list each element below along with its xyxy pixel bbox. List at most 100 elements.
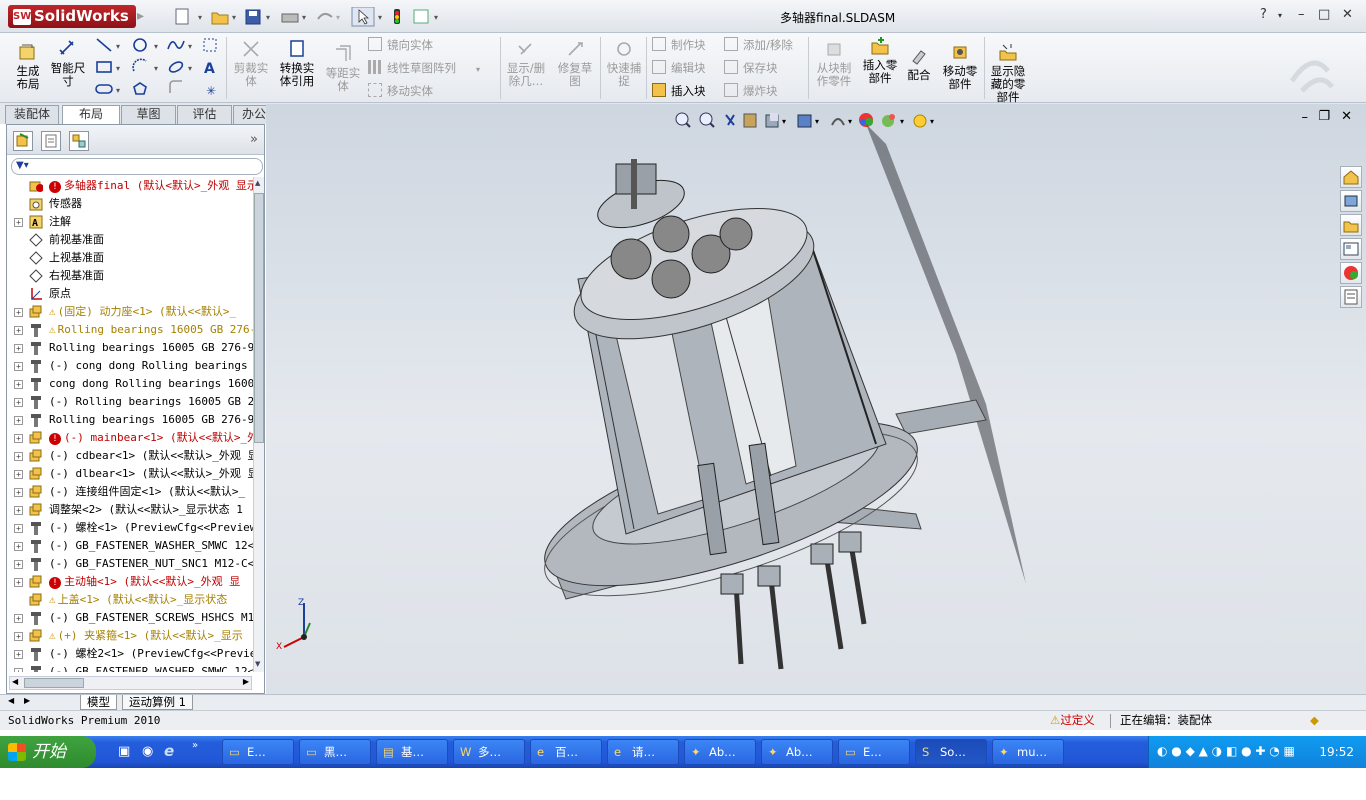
expand-icon[interactable]: + — [14, 560, 23, 569]
tree-item[interactable]: + (-) cdbear<1> (默认<<默认>_外观 显 — [7, 447, 253, 465]
tree-item[interactable]: + (-) 连接组件固定<1> (默认<<默认>_ — [7, 483, 253, 501]
expand-icon[interactable]: + — [14, 506, 23, 515]
taskbar-button[interactable]: ✦ mu… — [992, 739, 1064, 765]
expand-icon[interactable]: + — [14, 578, 23, 587]
help-icon[interactable]: ? — [1260, 7, 1267, 22]
expand-icon[interactable]: + — [14, 218, 23, 227]
scroll-right-icon[interactable]: ▶ — [243, 677, 249, 686]
view-palette-tab[interactable] — [1340, 238, 1362, 260]
feature-tree-tab[interactable] — [13, 131, 33, 151]
show-desktop-icon[interactable]: ▣ — [118, 744, 130, 759]
quick-access-toolbar[interactable]: ▾ ▾ ▾ ▾ ▾ ▾ ▾ — [174, 7, 444, 27]
expand-icon[interactable]: + — [14, 488, 23, 497]
tab-scroll-right-icon[interactable]: ▶ — [24, 696, 30, 705]
appearances-tab[interactable] — [1340, 262, 1362, 284]
tree-item[interactable]: ⚠ 上盖<1> (默认<<默认>_显示状态 — [7, 591, 253, 609]
expand-icon[interactable]: + — [14, 668, 23, 672]
taskbar-button[interactable]: e 请… — [607, 739, 679, 765]
tree-item[interactable]: + (-) 螺栓<1> (PreviewCfg<<PreviewC — [7, 519, 253, 537]
scroll-down-icon[interactable]: ▼ — [255, 660, 263, 670]
tree-item[interactable]: ! 多轴器final (默认<默认>_外观 显示 — [7, 177, 253, 195]
add-remove-block-button[interactable]: 添加/移除 — [724, 37, 793, 52]
tree-item[interactable]: 右视基准面 — [7, 267, 253, 285]
expand-icon[interactable]: + — [14, 434, 23, 443]
close-button[interactable]: ✕ — [1342, 7, 1353, 22]
taskbar-button[interactable]: ✦ Ab… — [761, 739, 833, 765]
tree-item[interactable]: + (-) GB_FASTENER_WASHER_SMWC 12<1> — [7, 537, 253, 555]
menu-expand-icon[interactable]: ▸ — [137, 6, 144, 27]
custom-properties-tab[interactable] — [1340, 286, 1362, 308]
expand-icon[interactable]: + — [14, 524, 23, 533]
insert-block-button[interactable]: 插入块 — [652, 83, 706, 98]
collapse-panel-icon[interactable]: » — [250, 132, 258, 147]
mate-button[interactable]: 配合 — [904, 45, 934, 82]
expand-icon[interactable]: + — [14, 452, 23, 461]
tree-item[interactable]: + (-) Rolling bearings 16005 GB 276 — [7, 393, 253, 411]
tree-item[interactable]: + (-) dlbear<1> (默认<<默认>_外观 显 — [7, 465, 253, 483]
expand-icon[interactable]: + — [14, 470, 23, 479]
tree-item[interactable]: +! (-) mainbear<1> (默认<<默认>_外 — [7, 429, 253, 447]
tab-scroll-left-icon[interactable]: ◀ — [8, 696, 14, 705]
tab-model[interactable]: 模型 — [80, 695, 117, 710]
expand-icon[interactable]: + — [14, 416, 23, 425]
offset-entities-button[interactable]: 等距实 体 — [322, 43, 364, 93]
repair-sketch-button[interactable]: 修复草 图 — [554, 38, 596, 88]
taskbar-button[interactable]: W 多… — [453, 739, 525, 765]
linear-pattern-button[interactable]: 线性草图阵列 ▾ — [368, 60, 480, 77]
mirror-entities-button[interactable]: 镜向实体 — [368, 37, 433, 52]
taskbar-button[interactable]: e 百… — [530, 739, 602, 765]
tab-sketch[interactable]: 草图 — [121, 105, 176, 124]
tree-item[interactable]: + (-) GB_FASTENER_NUT_SNC1 M12-C<1> — [7, 555, 253, 573]
minimize-button[interactable]: – — [1298, 7, 1305, 22]
ie-quicklaunch-icon[interactable]: e — [164, 742, 174, 760]
tree-item[interactable]: + ⚠ Rolling bearings 16005 GB 276-9 — [7, 321, 253, 339]
expand-icon[interactable]: + — [14, 650, 23, 659]
tag-icon[interactable]: ◆ — [1310, 711, 1319, 730]
taskbar-button[interactable]: ▭ E… — [838, 739, 910, 765]
tree-horizontal-scrollbar[interactable]: ◀ ▶ — [9, 676, 252, 690]
configuration-manager-tab[interactable] — [69, 131, 89, 151]
scroll-thumb[interactable] — [254, 193, 264, 443]
tree-item[interactable]: + (-) GB_FASTENER_WASHER_SMWC 12<7> — [7, 663, 253, 672]
make-part-from-block-button[interactable]: 从块制 作零件 — [812, 38, 856, 88]
tray-icons[interactable]: ◐ ● ◆ ▲ ◑ ◧ ● ✚ ◔ ▦ — [1157, 744, 1295, 758]
scroll-up-icon[interactable]: ▲ — [255, 179, 263, 189]
expand-icon[interactable]: + — [14, 326, 23, 335]
tree-item[interactable]: + (-) 螺栓2<1> (PreviewCfg<<Preview — [7, 645, 253, 663]
generate-layout-button[interactable]: 生成 布局 — [8, 41, 48, 91]
taskbar-button[interactable]: ▭ 黑… — [299, 739, 371, 765]
tree-item[interactable]: +! 主动轴<1> (默认<<默认>_外观 显 — [7, 573, 253, 591]
clock[interactable]: 19:52 — [1319, 745, 1354, 759]
tree-item[interactable]: + cong dong Rolling bearings 16002 — [7, 375, 253, 393]
expand-icon[interactable]: + — [14, 398, 23, 407]
display-delete-relations-button[interactable]: 显示/删 除几… — [504, 38, 548, 88]
taskbar-button[interactable]: ✦ Ab… — [684, 739, 756, 765]
tree-item[interactable]: 传感器 — [7, 195, 253, 213]
expand-icon[interactable]: + — [14, 362, 23, 371]
tree-item[interactable]: + Rolling bearings 16005 GB 276-94< — [7, 339, 253, 357]
save-block-button[interactable]: 保存块 — [724, 60, 778, 75]
file-explorer-tab[interactable] — [1340, 214, 1362, 236]
expand-icon[interactable]: + — [14, 308, 23, 317]
graphics-area[interactable]: ▾ ▾ ▾ ▾ ▾ – ❐ ✕ Z X — [266, 104, 1366, 694]
design-library-tab[interactable] — [1340, 190, 1362, 212]
make-block-button[interactable]: 制作块 — [652, 37, 706, 52]
tree-item[interactable]: 前视基准面 — [7, 231, 253, 249]
tree-item[interactable]: + A 注解 — [7, 213, 253, 231]
quick-snaps-button[interactable]: 快速捕 捉 — [602, 38, 646, 88]
expand-icon[interactable]: + — [14, 542, 23, 551]
tree-item[interactable]: + (-) GB_FASTENER_SCREWS_HSHCS M10X — [7, 609, 253, 627]
move-component-button[interactable]: 移动零 部件 — [938, 41, 982, 91]
tree-item[interactable]: 原点 — [7, 285, 253, 303]
trim-entities-button[interactable]: 剪裁实 体 — [230, 38, 272, 88]
quicklaunch-more-icon[interactable]: » — [192, 740, 198, 751]
insert-components-button[interactable]: 插入零 部件 — [858, 35, 902, 85]
show-hidden-components-button[interactable]: 显示隐 藏的零 部件 — [986, 41, 1030, 104]
property-manager-tab[interactable] — [41, 131, 61, 151]
edit-block-button[interactable]: 编辑块 — [652, 60, 706, 75]
explode-block-button[interactable]: 爆炸块 — [724, 83, 778, 98]
expand-icon[interactable]: + — [14, 380, 23, 389]
expand-icon[interactable]: + — [14, 614, 23, 623]
start-button[interactable]: 开始 — [0, 736, 96, 768]
tree-item[interactable]: + 调整架<2> (默认<<默认>_显示状态 1 — [7, 501, 253, 519]
